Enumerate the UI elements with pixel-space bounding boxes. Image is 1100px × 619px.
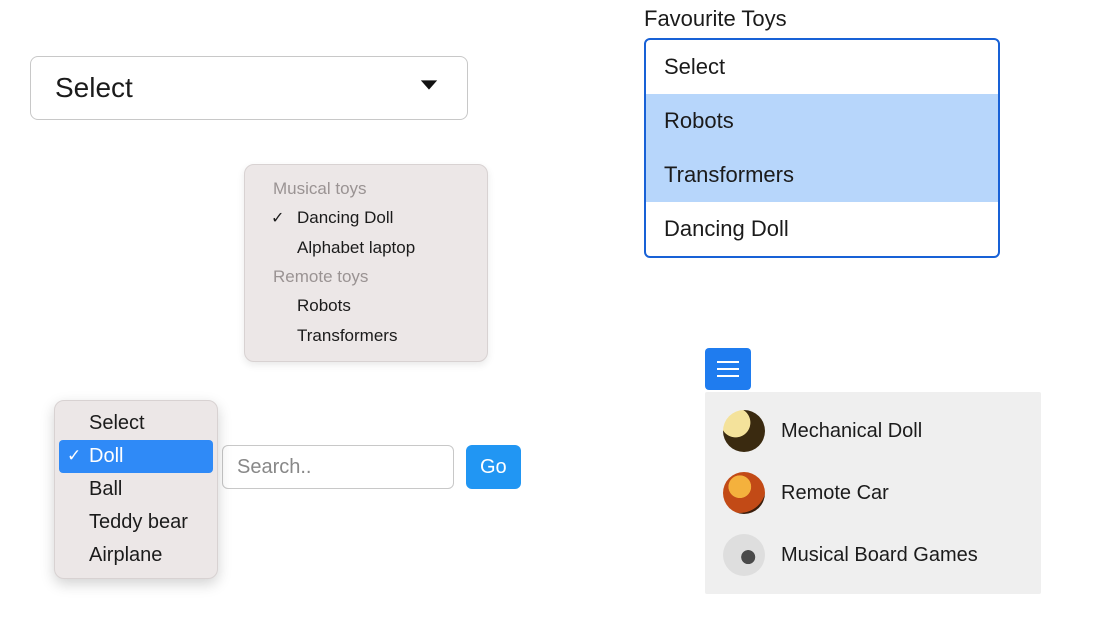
group-option-dancing-doll[interactable]: ✓ Dancing Doll [245,203,487,233]
option-label: Alphabet laptop [297,238,415,257]
option-label: Transformers [664,162,794,187]
option-label: Robots [664,108,734,133]
option-doll[interactable]: ✓ Doll [59,440,213,473]
option-select[interactable]: Select [59,407,213,440]
option-label: Select [89,412,145,434]
grouped-dropdown[interactable]: Musical toys ✓ Dancing Doll Alphabet lap… [244,164,488,362]
fav-option-select[interactable]: Select [646,40,998,94]
fav-option-dancing-doll[interactable]: Dancing Doll [646,202,998,256]
simple-dropdown[interactable]: Select ✓ Doll Ball Teddy bear Airplane [54,400,218,579]
check-icon: ✓ [271,208,284,228]
go-button[interactable]: Go [466,445,521,489]
search-row: Go [222,445,521,489]
option-label: Remote Car [781,482,889,505]
check-icon: ✓ [67,446,81,466]
group-header: Musical toys [245,175,487,203]
option-label: Ball [89,478,122,500]
simple-select[interactable]: Select [30,56,468,120]
option-ball[interactable]: Ball [59,473,213,506]
fav-option-transformers[interactable]: Transformers [646,148,998,202]
icon-dropdown[interactable]: Mechanical Doll Remote Car Musical Board… [705,392,1041,594]
icon-option-mechanical-doll[interactable]: Mechanical Doll [705,400,1041,462]
chevron-down-icon [415,71,443,105]
option-label: Mechanical Doll [781,420,922,443]
simple-select-value: Select [55,72,415,104]
option-label: Dancing Doll [297,208,393,227]
option-label: Doll [89,445,123,467]
option-label: Robots [297,296,351,315]
option-teddy-bear[interactable]: Teddy bear [59,506,213,539]
thumbnail-icon [723,472,765,514]
group-option-transformers[interactable]: Transformers [245,321,487,351]
option-label: Transformers [297,326,397,345]
favourite-toys-label: Favourite Toys [644,6,787,32]
group-option-robots[interactable]: Robots [245,291,487,321]
search-input[interactable] [222,445,454,489]
favourite-toys-listbox[interactable]: Select Robots Transformers Dancing Doll [644,38,1000,258]
option-label: Dancing Doll [664,216,789,241]
option-airplane[interactable]: Airplane [59,539,213,572]
thumbnail-icon [723,534,765,576]
menu-button[interactable] [705,348,751,390]
option-label: Teddy bear [89,511,188,533]
hamburger-icon [717,368,739,371]
fav-option-robots[interactable]: Robots [646,94,998,148]
group-option-alphabet-laptop[interactable]: Alphabet laptop [245,233,487,263]
thumbnail-icon [723,410,765,452]
option-label: Musical Board Games [781,544,978,567]
group-header: Remote toys [245,263,487,291]
option-label: Airplane [89,544,162,566]
icon-option-remote-car[interactable]: Remote Car [705,462,1041,524]
icon-option-musical-board-games[interactable]: Musical Board Games [705,524,1041,586]
option-label: Select [664,54,725,79]
